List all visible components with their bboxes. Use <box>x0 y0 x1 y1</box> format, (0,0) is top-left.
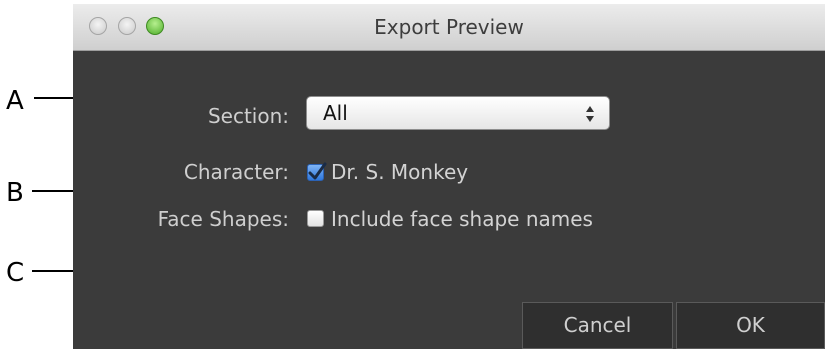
face-shapes-label: Face Shapes: <box>157 207 289 231</box>
callout-a-letter: A <box>6 86 24 116</box>
section-select-value: All <box>323 101 348 125</box>
section-select[interactable]: All <box>306 96 610 130</box>
face-shapes-option-label: Include face shape names <box>331 207 593 231</box>
character-label: Character: <box>183 160 289 184</box>
face-shapes-checkbox[interactable] <box>307 210 324 227</box>
export-preview-dialog: Export Preview Section: All Character: D… <box>73 4 825 349</box>
callout-c-letter: C <box>6 258 25 288</box>
checkmark-icon <box>308 162 327 180</box>
cancel-button[interactable]: Cancel <box>522 302 673 349</box>
callout-b-letter: B <box>6 178 24 208</box>
section-label: Section: <box>207 104 289 128</box>
title-bar: Export Preview <box>73 4 825 51</box>
window-title: Export Preview <box>374 15 524 39</box>
character-checkbox[interactable] <box>307 162 327 181</box>
ok-button[interactable]: OK <box>676 302 825 349</box>
up-down-arrows-icon <box>586 106 594 122</box>
character-option-label: Dr. S. Monkey <box>331 160 469 184</box>
